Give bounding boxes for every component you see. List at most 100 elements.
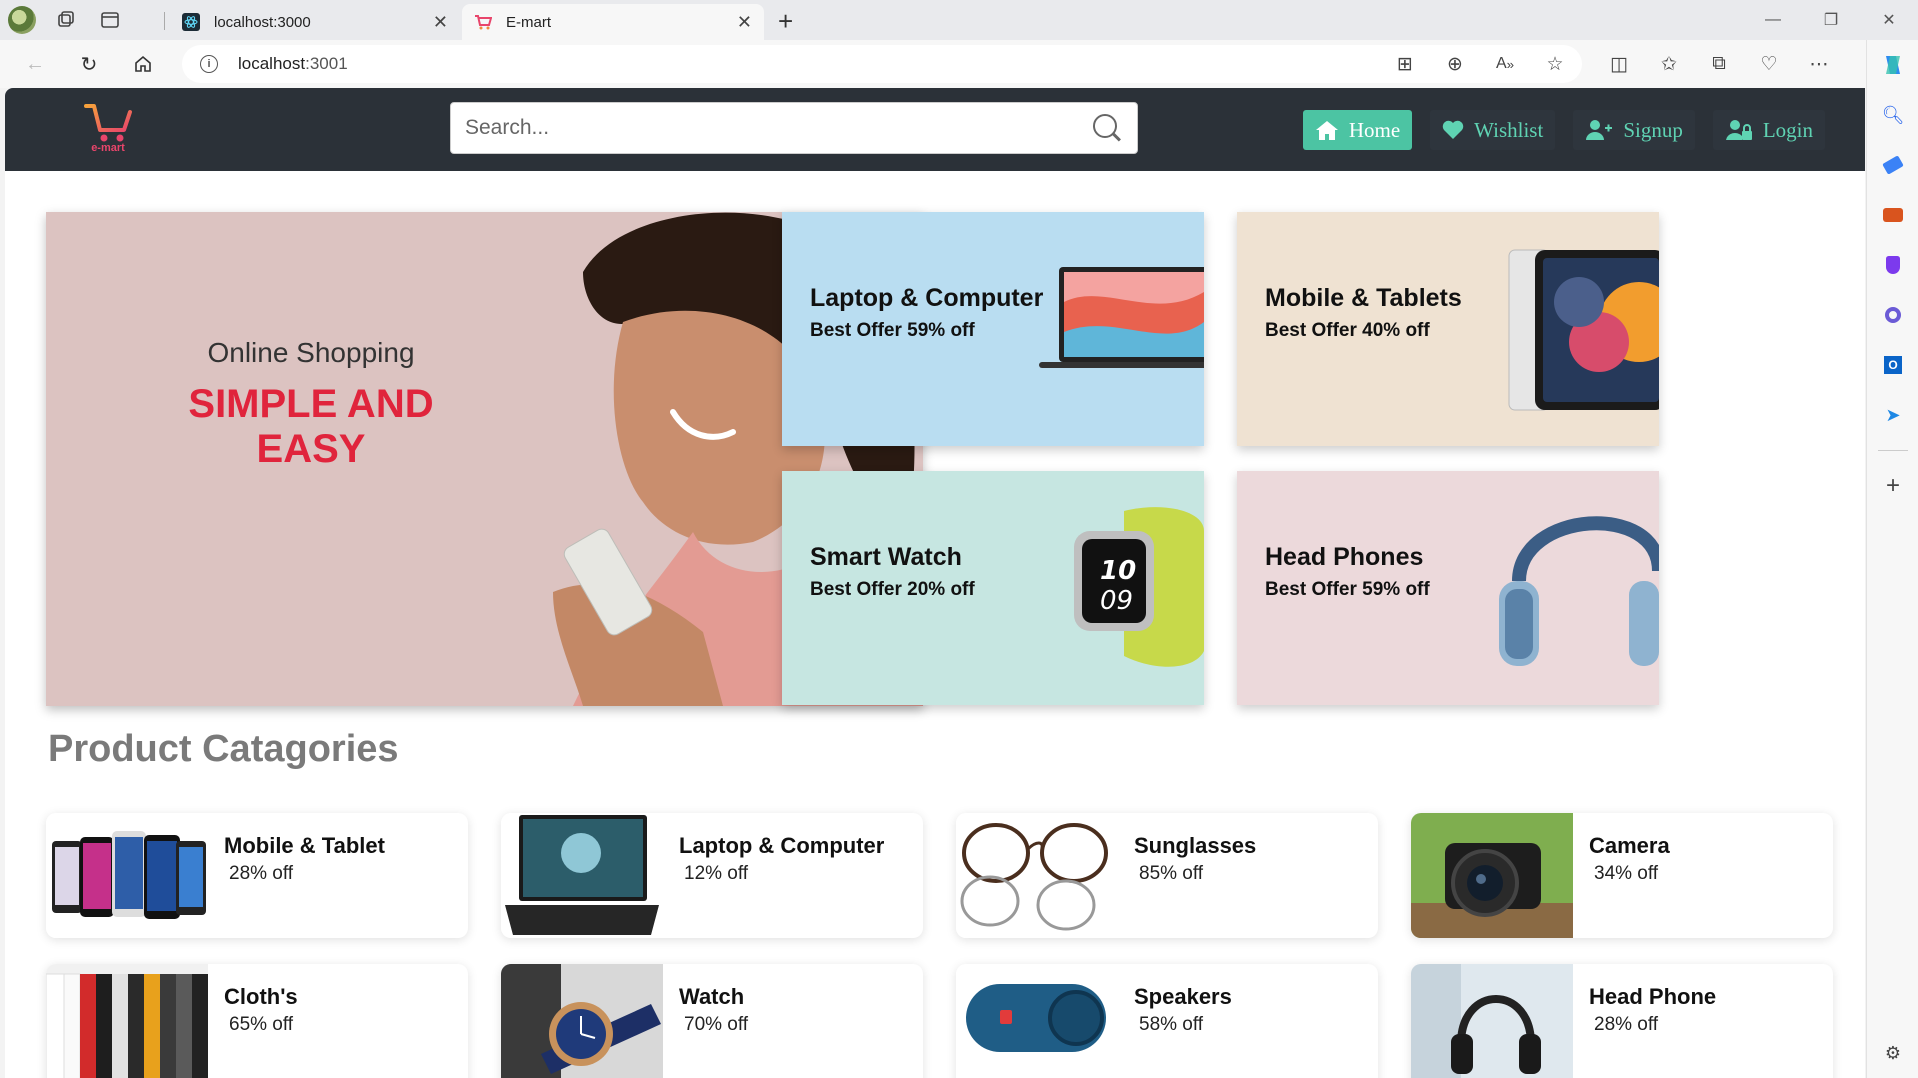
tablet-image xyxy=(1508,249,1659,411)
close-tab-icon[interactable]: ✕ xyxy=(737,12,752,33)
category-card-laptop[interactable]: Laptop & Computer 12% off xyxy=(501,813,923,938)
offer-card-mobile[interactable]: Mobile & Tablets Best Offer 40% off xyxy=(1237,212,1659,446)
category-card-head-phone[interactable]: Head Phone 28% off xyxy=(1411,964,1833,1078)
offer-card-watch[interactable]: 10 09 Smart Watch Best Offer 20% off xyxy=(782,471,1204,705)
telegram-icon[interactable]: ➤ xyxy=(1867,390,1918,440)
favorites-icon[interactable]: ✩ xyxy=(1644,48,1694,80)
site-nav-links: Home Wishlist Signup Login xyxy=(1302,110,1825,150)
new-tab-icon[interactable]: + xyxy=(778,6,793,37)
offer-text: Best Offer 20% off xyxy=(810,579,975,600)
offer-card-laptop[interactable]: Laptop & Computer Best Offer 59% off xyxy=(782,212,1204,446)
games-icon[interactable] xyxy=(1867,240,1918,290)
browser-essentials-icon[interactable]: ♡ xyxy=(1744,48,1794,80)
site-navbar: e-mart Search... Home Wishlist Signup Lo… xyxy=(5,88,1865,171)
heart-icon xyxy=(1442,120,1464,140)
category-discount: 28% off xyxy=(1594,1014,1659,1035)
category-name: Mobile & Tablet xyxy=(224,833,385,858)
minimize-icon[interactable]: — xyxy=(1744,0,1802,40)
category-card-speakers[interactable]: Speakers 58% off xyxy=(956,964,1378,1078)
tools-icon[interactable] xyxy=(1867,190,1918,240)
offer-card-headphones[interactable]: Head Phones Best Offer 59% off xyxy=(1237,471,1659,705)
add-sidebar-app-icon[interactable]: + xyxy=(1867,461,1918,511)
outlook-icon[interactable]: O xyxy=(1867,340,1918,390)
browser-actions: ◫ ✩ ⧉ ♡ ⋯ xyxy=(1594,48,1844,80)
tab-actions-icon[interactable] xyxy=(88,0,132,40)
offer-title: Laptop & Computer xyxy=(810,284,1044,312)
svg-text:10: 10 xyxy=(1100,556,1136,586)
restore-icon[interactable]: ❐ xyxy=(1802,0,1860,40)
search-placeholder: Search... xyxy=(465,116,550,139)
category-discount: 12% off xyxy=(684,863,749,884)
browser-tab-bar: localhost:3000 ✕ E-mart ✕ + — ❐ ✕ xyxy=(0,0,1918,40)
nav-label: Wishlist xyxy=(1474,117,1544,142)
user-lock-icon xyxy=(1725,119,1753,141)
sidebar-search-icon[interactable]: 🔍︎ xyxy=(1867,90,1918,140)
tab-title: localhost:3000 xyxy=(214,13,311,31)
zoom-icon[interactable]: ⊕ xyxy=(1430,48,1480,80)
copilot-icon[interactable] xyxy=(1867,40,1918,90)
page-viewport: e-mart Search... Home Wishlist Signup Lo… xyxy=(5,88,1865,1078)
tab-emart[interactable]: E-mart ✕ xyxy=(462,4,764,40)
category-discount: 58% off xyxy=(1139,1014,1204,1035)
category-name: Camera xyxy=(1589,833,1670,858)
refresh-icon[interactable]: ↻ xyxy=(62,44,116,84)
search-icon[interactable] xyxy=(1091,112,1123,144)
category-discount: 28% off xyxy=(229,863,294,884)
tab-localhost-3000[interactable]: localhost:3000 ✕ xyxy=(170,4,460,40)
more-options-icon[interactable]: ⋯ xyxy=(1794,48,1844,80)
nav-login[interactable]: Login xyxy=(1712,110,1825,150)
browser-toolbar: ← ↻ i localhost:3001 ⊞ ⊕ A» ☆ ◫ ✩ ⧉ ♡ ⋯ xyxy=(0,40,1918,88)
apps-icon[interactable]: ⊞ xyxy=(1380,48,1430,80)
smartwatch-image: 10 09 xyxy=(1074,507,1204,667)
hero-headline: SIMPLE AND EASY xyxy=(188,382,434,471)
split-screen-icon[interactable]: ◫ xyxy=(1594,48,1644,80)
sidebar-settings-icon[interactable]: ⚙ xyxy=(1867,1028,1918,1078)
emart-logo[interactable]: e-mart xyxy=(78,98,138,158)
browser-sidebar: 🔍︎ O ➤ + ⚙ xyxy=(1866,40,1918,1078)
workspaces-icon[interactable] xyxy=(44,0,88,40)
nav-wishlist[interactable]: Wishlist xyxy=(1430,110,1556,150)
category-name: Cloth's xyxy=(224,984,298,1009)
cart-logo-icon xyxy=(84,104,132,142)
nav-home[interactable]: Home xyxy=(1302,110,1413,150)
nav-label: Home xyxy=(1348,117,1401,142)
offer-text: Best Offer 59% off xyxy=(1265,579,1430,600)
close-tab-icon[interactable]: ✕ xyxy=(433,12,448,33)
address-bar-actions: ⊞ ⊕ A» ☆ xyxy=(1380,48,1580,80)
category-card-camera[interactable]: Camera 34% off xyxy=(1411,813,1833,938)
offer-title: Mobile & Tablets xyxy=(1265,284,1462,312)
category-image-glasses xyxy=(956,813,1118,938)
shopping-tag-icon[interactable] xyxy=(1867,140,1918,190)
category-image-clothes xyxy=(46,964,208,1078)
category-card-cloths[interactable]: Cloth's 65% off xyxy=(46,964,468,1078)
back-icon[interactable]: ← xyxy=(8,44,62,84)
address-bar[interactable]: i localhost:3001 xyxy=(182,45,1582,83)
window-close-icon[interactable]: ✕ xyxy=(1860,0,1918,40)
category-image-phones xyxy=(46,813,208,938)
category-card-sunglasses[interactable]: Sunglasses 85% off xyxy=(956,813,1378,938)
categories-heading: Product Catagories xyxy=(48,728,399,770)
headphones-image xyxy=(1499,516,1659,666)
site-info-icon[interactable]: i xyxy=(200,55,218,73)
read-aloud-icon[interactable]: A» xyxy=(1480,48,1530,80)
microsoft-365-icon[interactable] xyxy=(1867,290,1918,340)
category-card-watch[interactable]: Watch 70% off xyxy=(501,964,923,1078)
offer-text: Best Offer 40% off xyxy=(1265,320,1430,341)
category-name: Sunglasses xyxy=(1134,833,1257,858)
nav-signup[interactable]: Signup xyxy=(1573,110,1695,150)
category-image-camera xyxy=(1411,813,1573,938)
category-discount: 65% off xyxy=(229,1014,294,1035)
user-plus-icon xyxy=(1585,119,1613,141)
home-browser-icon[interactable] xyxy=(116,44,170,84)
category-card-mobile-tablet[interactable]: Mobile & Tablet 28% off xyxy=(46,813,468,938)
category-name: Speakers xyxy=(1134,984,1232,1009)
url-port: :3001 xyxy=(305,54,348,73)
react-favicon-icon xyxy=(182,13,200,31)
window-controls: — ❐ ✕ xyxy=(1744,0,1918,40)
profile-avatar[interactable] xyxy=(0,0,44,40)
favorite-star-icon[interactable]: ☆ xyxy=(1530,48,1580,80)
svg-text:09: 09 xyxy=(1100,586,1133,616)
laptop-image xyxy=(1039,267,1204,368)
collections-icon[interactable]: ⧉ xyxy=(1694,48,1744,80)
search-input[interactable]: Search... xyxy=(450,102,1138,154)
